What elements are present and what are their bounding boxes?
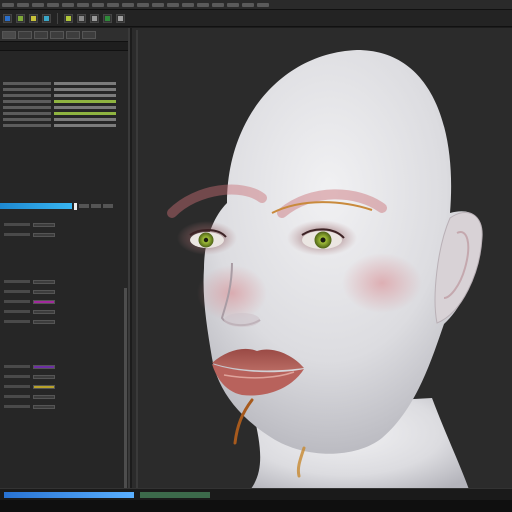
menu-item[interactable]	[182, 2, 194, 7]
menu-item[interactable]	[167, 2, 179, 7]
menu-item[interactable]	[257, 2, 269, 7]
camera-icon	[92, 15, 97, 21]
panel-tab[interactable]	[34, 30, 48, 39]
property-row[interactable]	[4, 383, 124, 390]
panel-tabs	[0, 28, 128, 42]
attribute-row[interactable]	[3, 111, 125, 116]
snap-icon	[66, 15, 71, 21]
menu-item[interactable]	[17, 2, 29, 7]
move-button[interactable]	[16, 13, 25, 23]
menu-item[interactable]	[152, 2, 164, 7]
snap-button[interactable]	[64, 13, 73, 23]
menu-item[interactable]	[227, 2, 239, 7]
property-row[interactable]	[4, 403, 124, 410]
menu-item[interactable]	[197, 2, 209, 7]
attribute-row[interactable]	[3, 93, 125, 98]
light-icon	[118, 15, 123, 21]
mini-field[interactable]	[103, 204, 113, 208]
time-range-bar[interactable]	[140, 492, 210, 498]
attribute-row[interactable]	[3, 105, 125, 110]
scale-icon	[44, 15, 49, 21]
property-row[interactable]	[4, 288, 124, 295]
mini-field[interactable]	[79, 204, 89, 208]
time-range-bar[interactable]	[4, 492, 134, 498]
menu-item[interactable]	[47, 2, 59, 7]
slider-handle[interactable]	[74, 202, 77, 210]
value-slider[interactable]	[0, 203, 72, 209]
menu-item[interactable]	[32, 2, 44, 7]
attribute-table	[3, 81, 125, 128]
move-icon	[18, 15, 23, 21]
head-model-render	[167, 50, 483, 498]
menu-item[interactable]	[122, 2, 134, 7]
property-row[interactable]	[4, 363, 124, 370]
menu-item[interactable]	[242, 2, 254, 7]
panel-tab[interactable]	[82, 30, 96, 39]
panel-tab[interactable]	[2, 30, 16, 39]
rotate-icon	[31, 15, 36, 21]
camera-button[interactable]	[90, 13, 99, 23]
grid-button[interactable]	[77, 13, 86, 23]
light-button[interactable]	[116, 13, 125, 23]
property-row[interactable]	[4, 393, 124, 400]
timeline[interactable]	[0, 488, 512, 500]
panel-tab[interactable]	[18, 30, 32, 39]
status-bar	[0, 500, 512, 512]
select-icon	[5, 15, 10, 21]
attribute-row[interactable]	[3, 81, 125, 86]
select-button[interactable]	[3, 13, 12, 23]
attribute-row[interactable]	[3, 87, 125, 92]
mini-field[interactable]	[91, 204, 101, 208]
panel-scrollbar[interactable]	[124, 288, 127, 493]
scale-button[interactable]	[42, 13, 51, 23]
toolbar-separator	[57, 12, 58, 24]
property-row[interactable]	[4, 308, 124, 315]
viewport-divider[interactable]	[136, 30, 138, 490]
render-button[interactable]	[103, 13, 112, 23]
toolbar	[0, 10, 512, 27]
menu-item[interactable]	[107, 2, 119, 7]
attribute-row[interactable]	[3, 99, 125, 104]
attribute-row[interactable]	[3, 123, 125, 128]
property-row[interactable]	[4, 318, 124, 325]
attribute-editor-panel	[0, 28, 130, 498]
menu-item[interactable]	[212, 2, 224, 7]
menu-item[interactable]	[62, 2, 74, 7]
property-row[interactable]	[4, 298, 124, 305]
rotate-button[interactable]	[29, 13, 38, 23]
section-header[interactable]	[0, 42, 128, 51]
panel-tab[interactable]	[50, 30, 64, 39]
property-row[interactable]	[4, 221, 124, 228]
panel-tab[interactable]	[66, 30, 80, 39]
menu-item[interactable]	[137, 2, 149, 7]
property-row[interactable]	[4, 278, 124, 285]
render-icon	[105, 15, 110, 21]
menu-item[interactable]	[92, 2, 104, 7]
menu-item[interactable]	[77, 2, 89, 7]
menu-bar	[0, 0, 512, 10]
grid-icon	[79, 15, 84, 21]
3d-viewport[interactable]	[132, 28, 512, 498]
property-slider-row	[0, 202, 128, 210]
menu-item[interactable]	[2, 2, 14, 7]
property-row[interactable]	[4, 373, 124, 380]
attribute-row[interactable]	[3, 117, 125, 122]
property-row[interactable]	[4, 231, 124, 238]
